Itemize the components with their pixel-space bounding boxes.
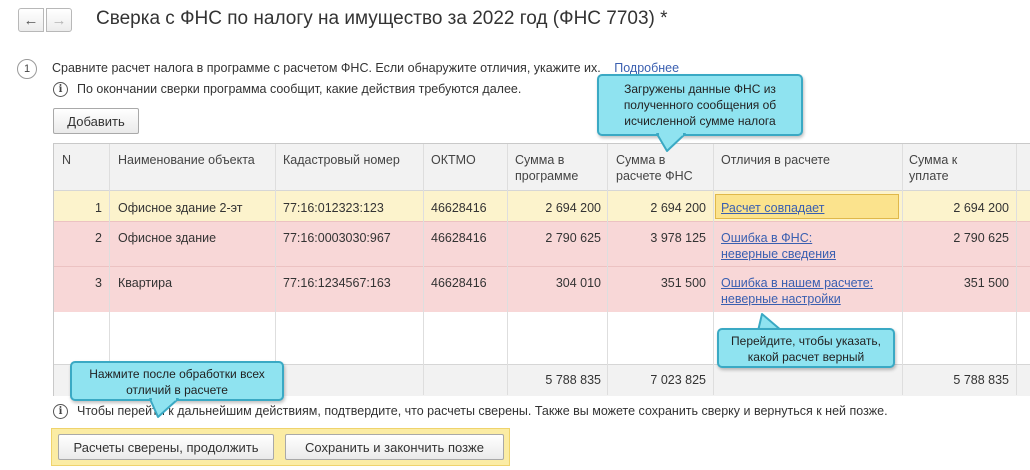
info-icon: i — [53, 82, 68, 97]
oktmo-code: 46628416 — [431, 201, 487, 215]
bottom-info-text: Чтобы перейти к дальнейшим действиям, по… — [77, 404, 888, 418]
column-header-diff[interactable]: Отличия в расчете — [721, 152, 830, 168]
info-icon: i — [53, 404, 68, 419]
info-text: По окончании сверки программа сообщит, к… — [77, 82, 522, 96]
oktmo-code: 46628416 — [431, 231, 487, 245]
object-name: Офисное здание — [118, 231, 217, 245]
column-header-oktmo[interactable]: ОКТМО — [431, 152, 476, 168]
step-instruction: Сравните расчет налога в программе с рас… — [52, 61, 601, 75]
more-link[interactable]: Подробнее — [614, 61, 679, 75]
cadastral-number: 77:16:1234567:163 — [283, 276, 391, 290]
diff-link-fns-error-detail[interactable]: неверные сведения — [721, 246, 836, 262]
sum-fns: 3 978 125 — [650, 231, 706, 245]
callout-press: Нажмите после обработки всех отличий в р… — [70, 361, 284, 401]
sum-pay: 351 500 — [963, 276, 1009, 290]
step-number-badge: 1 — [17, 59, 37, 79]
sum-fns: 351 500 — [660, 276, 706, 290]
callout-fns-data-text: Загружены данные ФНС из полученного сооб… — [623, 82, 777, 128]
total-sum-fns: 7 023 825 — [650, 373, 706, 387]
callout-choose-text: Перейдите, чтобы указать, какой расчет в… — [731, 334, 881, 364]
callout-press-text: Нажмите после обработки всех отличий в р… — [89, 367, 265, 397]
total-sum-pay: 5 788 835 — [953, 373, 1009, 387]
column-header-sum-fns[interactable]: Сумма в расчете ФНС — [616, 152, 708, 184]
column-header-sum-pay[interactable]: Сумма к уплате — [909, 152, 979, 184]
sum-program: 304 010 — [555, 276, 601, 290]
cadastral-number: 77:16:012323:123 — [283, 201, 384, 215]
column-header-sum-program[interactable]: Сумма в программе — [515, 152, 595, 184]
oktmo-code: 46628416 — [431, 276, 487, 290]
sum-pay: 2 790 625 — [953, 231, 1009, 245]
row-number: 3 — [95, 276, 102, 290]
save-and-finish-later-button[interactable]: Сохранить и закончить позже — [285, 434, 504, 460]
callout-press-pointer — [149, 397, 179, 418]
diff-link-our-error[interactable]: Ошибка в нашем расчете: — [721, 275, 873, 291]
column-header-name[interactable]: Наименование объекта — [118, 152, 255, 168]
arrow-left-icon: ← — [23, 11, 39, 29]
row-number: 1 — [95, 201, 102, 215]
add-button[interactable]: Добавить — [53, 108, 139, 134]
back-button[interactable]: ← — [18, 8, 44, 32]
sum-program: 2 694 200 — [545, 201, 601, 215]
object-name: Квартира — [118, 276, 173, 290]
column-header-n[interactable]: N — [62, 152, 71, 168]
diff-link-match[interactable]: Расчет совпадает — [721, 200, 824, 216]
diff-link-fns-error[interactable]: Ошибка в ФНС: — [721, 230, 812, 246]
sum-program: 2 790 625 — [545, 231, 601, 245]
arrow-right-icon: → — [51, 11, 67, 29]
callout-fns-data: Загружены данные ФНС из полученного сооб… — [597, 74, 803, 136]
forward-button[interactable]: → — [46, 8, 72, 32]
confirm-reconciled-button[interactable]: Расчеты сверены, продолжить — [58, 434, 274, 460]
object-name: Офисное здание 2-эт — [118, 201, 243, 215]
sum-pay: 2 694 200 — [953, 201, 1009, 215]
diff-link-our-error-detail[interactable]: неверные настройки — [721, 291, 841, 307]
sum-fns: 2 694 200 — [650, 201, 706, 215]
callout-choose: Перейдите, чтобы указать, какой расчет в… — [717, 328, 895, 368]
page-title: Сверка с ФНС по налогу на имущество за 2… — [96, 8, 668, 29]
callout-fns-data-pointer — [656, 133, 686, 152]
total-sum-program: 5 788 835 — [545, 373, 601, 387]
cadastral-number: 77:16:0003030:967 — [283, 231, 391, 245]
row-number: 2 — [95, 231, 102, 245]
column-header-cadastral[interactable]: Кадастровый номер — [283, 152, 400, 168]
